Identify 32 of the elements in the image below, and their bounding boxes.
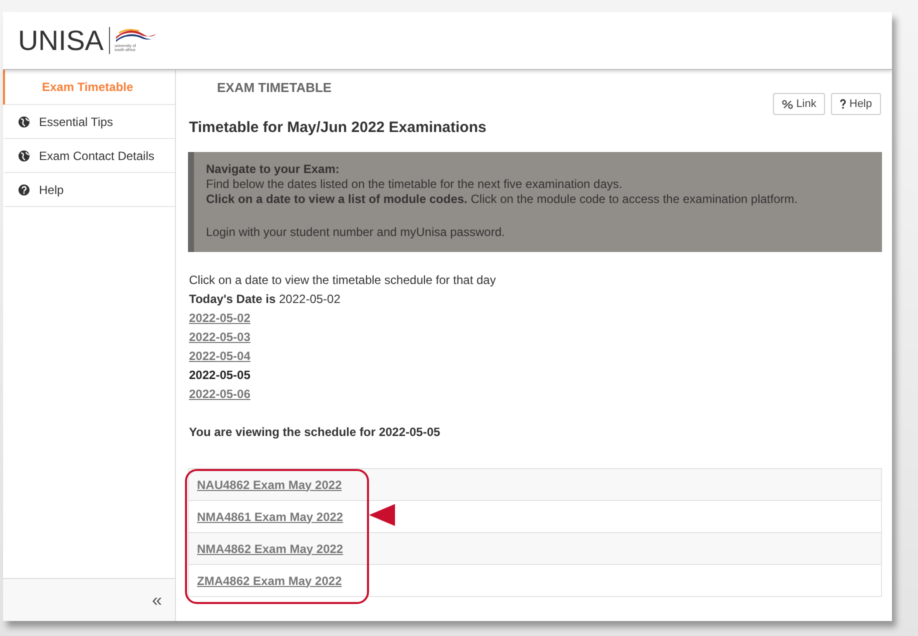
timetable-heading: Timetable for May/Jun 2022 Examinations bbox=[189, 119, 488, 136]
link-button[interactable]: Link bbox=[773, 93, 826, 115]
sidebar-item[interactable]: Exam Contact Details bbox=[3, 139, 175, 173]
collapse-sidebar-button[interactable]: « bbox=[152, 590, 162, 610]
sidebar-item[interactable]: Help bbox=[3, 173, 175, 207]
notice-title: Navigate to your Exam: bbox=[206, 162, 340, 177]
current-date-label: 2022-05-05 bbox=[189, 367, 250, 384]
todays-date-text: Today's Date is 2022-05-02 bbox=[189, 291, 342, 308]
page-title: EXAM TIMETABLE bbox=[217, 80, 333, 95]
module-link[interactable]: NMA4861 Exam May 2022 bbox=[197, 510, 344, 524]
globe-icon bbox=[18, 150, 30, 162]
module-link[interactable]: NAU4862 Exam May 2022 bbox=[197, 478, 342, 492]
notice-text: Click on a date to view a list of module codes. Click on the module code to access the examination platform. bbox=[206, 192, 799, 207]
logo-wordmark: UNISA bbox=[18, 24, 104, 56]
date-link[interactable]: 2022-05-03 bbox=[189, 328, 250, 347]
notice-text: Find below the dates listed on the timetable for the next five examination days. bbox=[206, 177, 624, 192]
instruction-text: Click on a date to view the timetable schedule for that day bbox=[189, 272, 497, 289]
flag-logo-icon bbox=[114, 29, 157, 43]
notice-text: Login with your student number and myUnisa password. bbox=[206, 225, 506, 240]
help-icon bbox=[18, 184, 30, 196]
viewing-schedule-text: You are viewing the schedule for 2022-05-05 bbox=[189, 424, 442, 441]
sidebar-item[interactable]: Essential Tips bbox=[3, 105, 175, 139]
module-link[interactable]: ZMA4862 Exam May 2022 bbox=[197, 574, 342, 588]
link-icon bbox=[782, 100, 794, 108]
help-button[interactable]: Help bbox=[831, 93, 881, 115]
date-link[interactable]: 2022-05-06 bbox=[189, 385, 250, 404]
help-icon bbox=[840, 99, 846, 109]
pointer-arrow-icon bbox=[369, 504, 395, 526]
module-link[interactable]: NMA4862 Exam May 2022 bbox=[197, 542, 344, 556]
date-link[interactable]: 2022-05-04 bbox=[189, 347, 250, 366]
date-link[interactable]: 2022-05-02 bbox=[189, 309, 250, 328]
globe-icon bbox=[18, 116, 30, 128]
